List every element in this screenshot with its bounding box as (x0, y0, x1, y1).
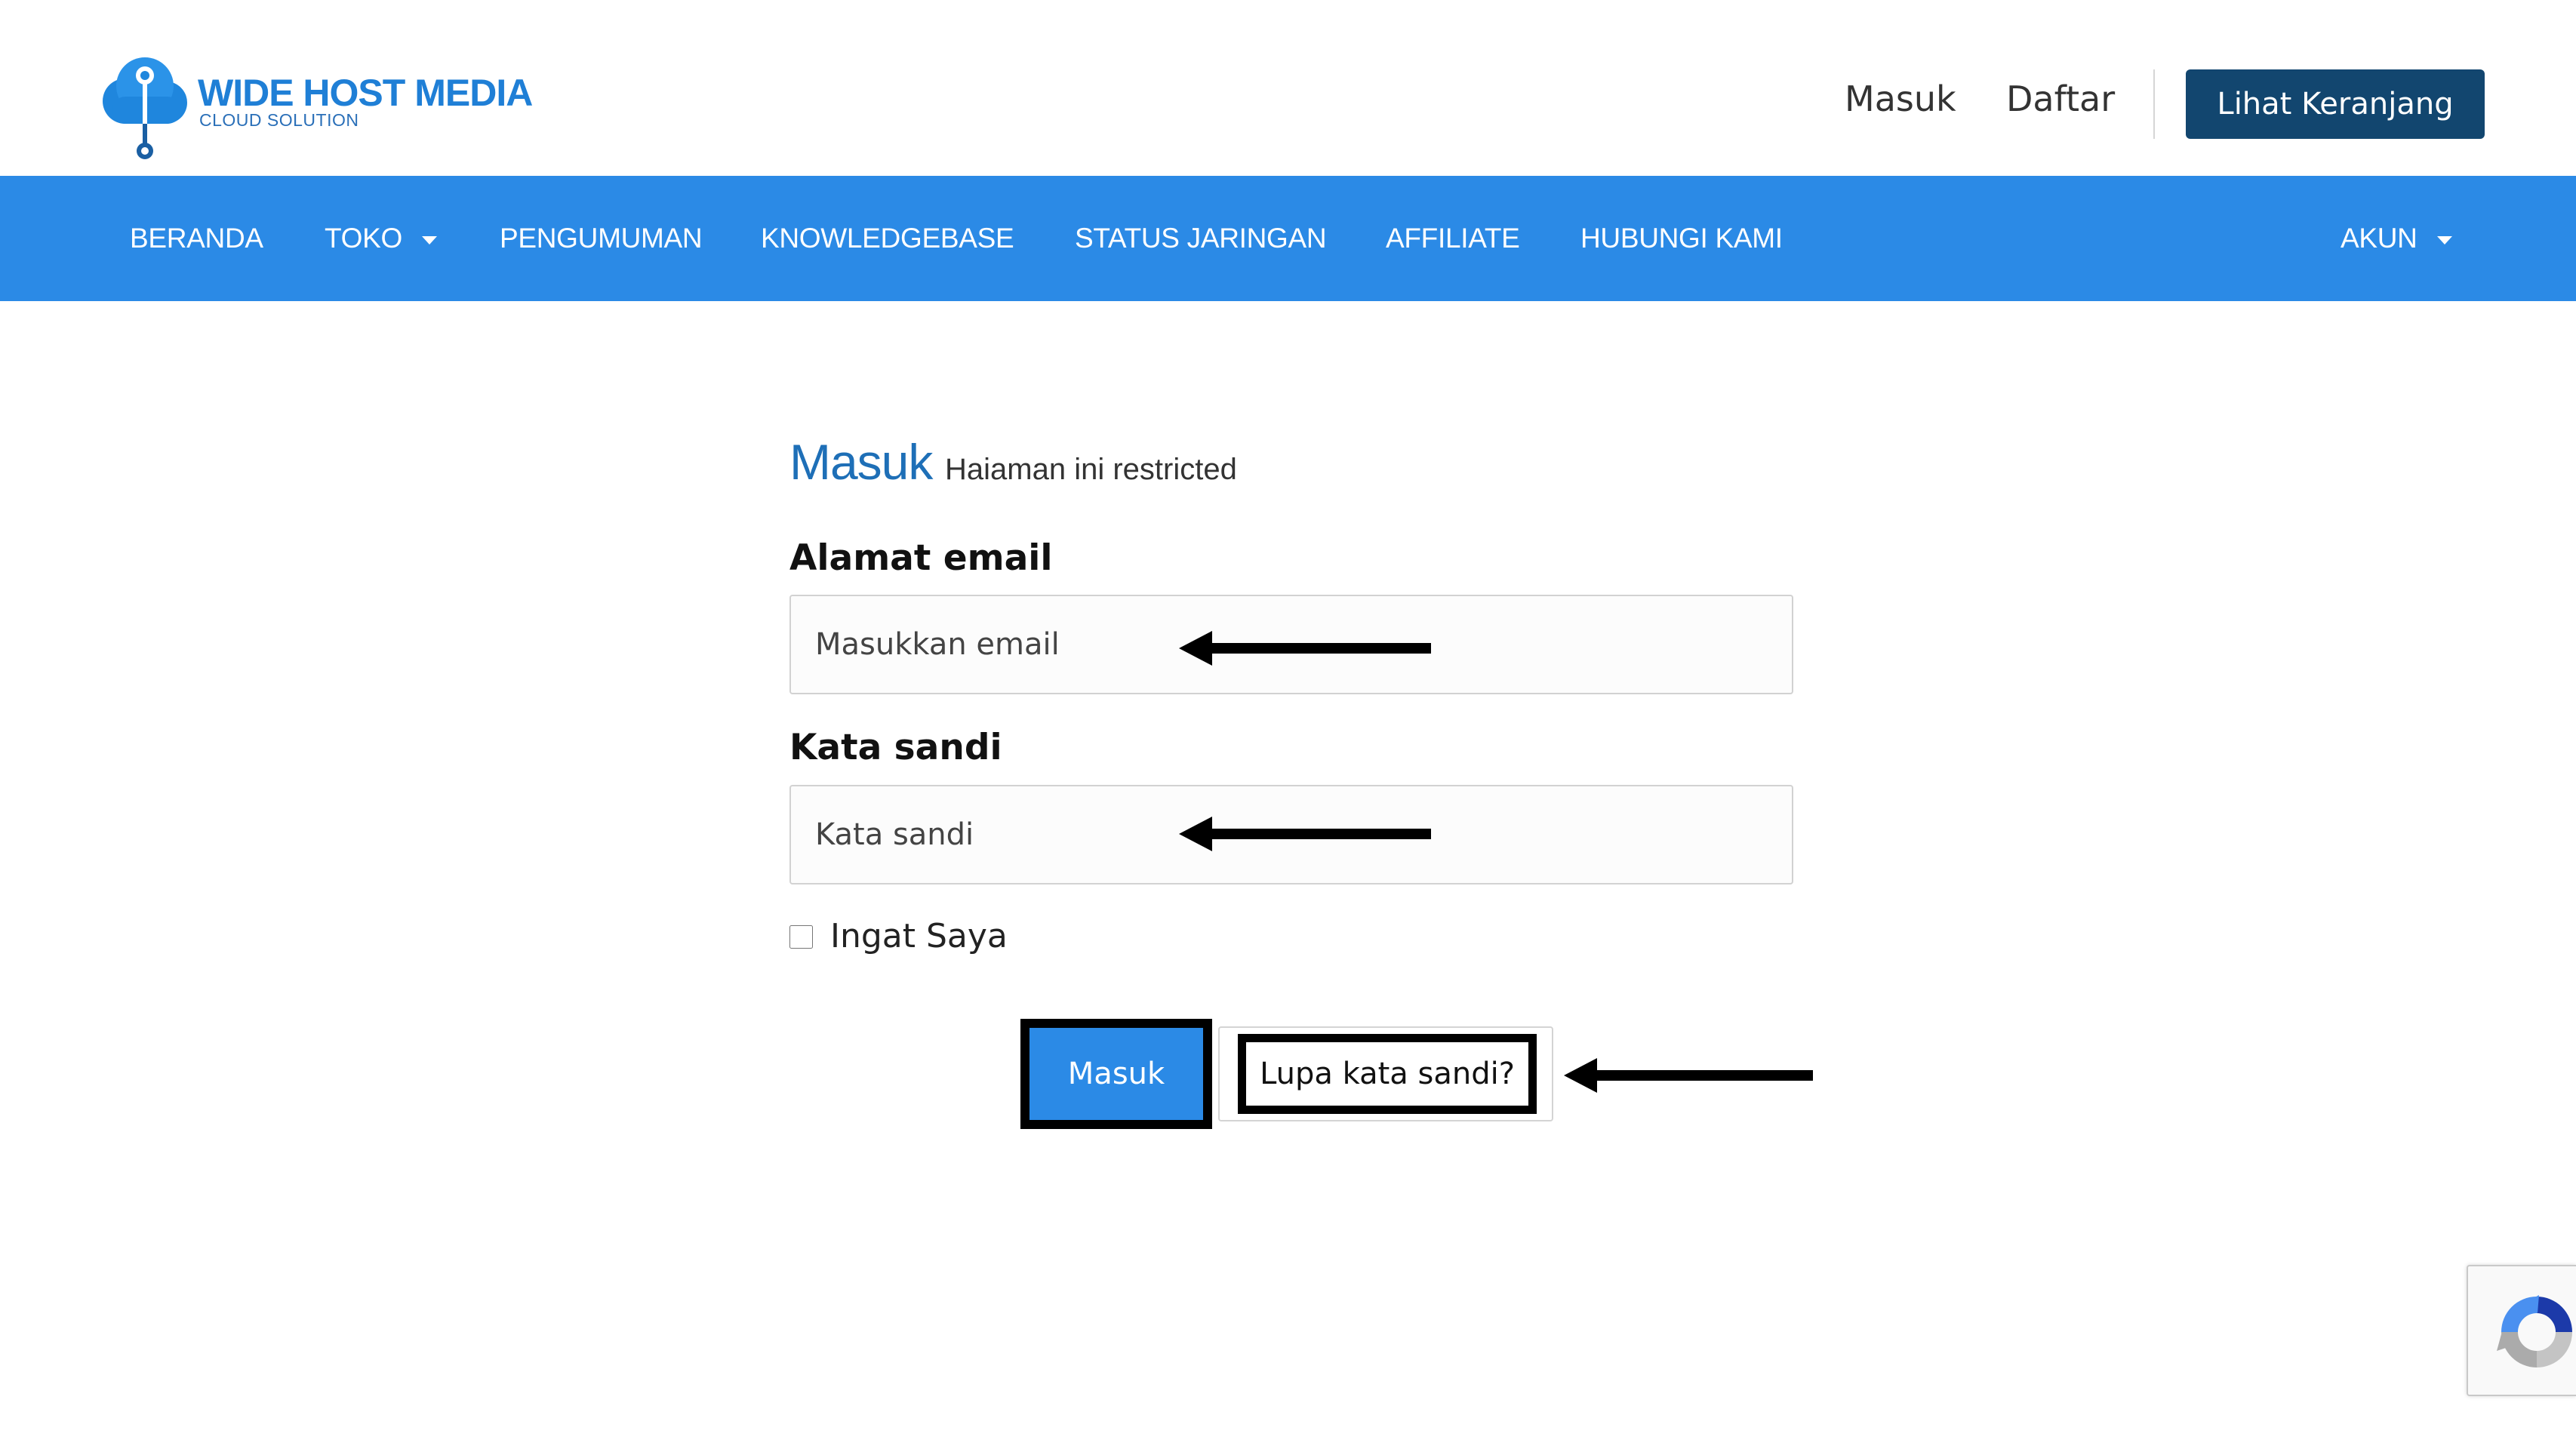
remember-me-label[interactable]: Ingat Saya (830, 917, 1008, 955)
annotation-arrow-email (1179, 631, 1431, 666)
view-cart-button[interactable]: Lihat Keranjang (2186, 69, 2485, 139)
cloud-logo-icon (103, 57, 187, 159)
login-submit-button[interactable]: Masuk (1020, 1019, 1212, 1129)
nav-item-account[interactable]: AKUN (2341, 176, 2452, 301)
nav-item-label: PENGUMUMAN (500, 223, 703, 254)
site-header: WIDE HOST MEDIA CLOUD SOLUTION Masuk Daf… (0, 0, 2576, 176)
nav-item-label: KNOWLEDGEBASE (761, 223, 1014, 254)
caret-down-icon (421, 235, 437, 245)
brand-tagline: CLOUD SOLUTION (199, 110, 359, 130)
header-login-link[interactable]: Masuk (1845, 78, 1956, 119)
nav-item-label: AKUN (2341, 223, 2418, 254)
password-label: Kata sandi (789, 727, 1002, 768)
recaptcha-icon (2497, 1295, 2572, 1367)
nav-item-label: STATUS JARINGAN (1075, 223, 1327, 254)
nav-item-home[interactable]: BERANDA (130, 176, 263, 301)
main-nav: BERANDA TOKO PENGUMUMAN KNOWLEDGEBASE ST… (0, 176, 2576, 301)
header-register-link[interactable]: Daftar (2006, 78, 2115, 119)
email-label: Alamat email (789, 537, 1053, 579)
forgot-password-button[interactable]: Lupa kata sandi? (1238, 1034, 1537, 1114)
nav-item-announcements[interactable]: PENGUMUMAN (500, 176, 703, 301)
nav-item-contact[interactable]: HUBUNGI KAMI (1580, 176, 1783, 301)
caret-down-icon (2436, 235, 2452, 245)
nav-item-label: TOKO (325, 223, 402, 254)
remember-me-checkbox[interactable] (789, 925, 813, 949)
nav-item-label: AFFILIATE (1386, 223, 1520, 254)
annotation-arrow-password (1179, 817, 1431, 851)
nav-item-knowledgebase[interactable]: KNOWLEDGEBASE (761, 176, 1014, 301)
arrow-shaft (1590, 1070, 1813, 1081)
nav-item-store[interactable]: TOKO (325, 176, 437, 301)
page-subtitle: Haiaman ini restricted (945, 453, 1237, 486)
nav-item-label: BERANDA (130, 223, 263, 254)
brand-logo[interactable]: WIDE HOST MEDIA CLOUD SOLUTION (97, 48, 533, 162)
page-title: Masuk (789, 434, 933, 490)
recaptcha-badge[interactable] (2467, 1265, 2576, 1396)
nav-item-label: HUBUNGI KAMI (1580, 223, 1783, 254)
header-divider (2153, 69, 2155, 139)
nav-item-affiliate[interactable]: AFFILIATE (1386, 176, 1520, 301)
arrow-shaft (1205, 829, 1431, 839)
nav-item-network-status[interactable]: STATUS JARINGAN (1075, 176, 1327, 301)
annotation-arrow-forgot (1564, 1058, 1813, 1093)
brand-name: WIDE HOST MEDIA (198, 72, 533, 114)
arrow-shaft (1205, 643, 1431, 654)
